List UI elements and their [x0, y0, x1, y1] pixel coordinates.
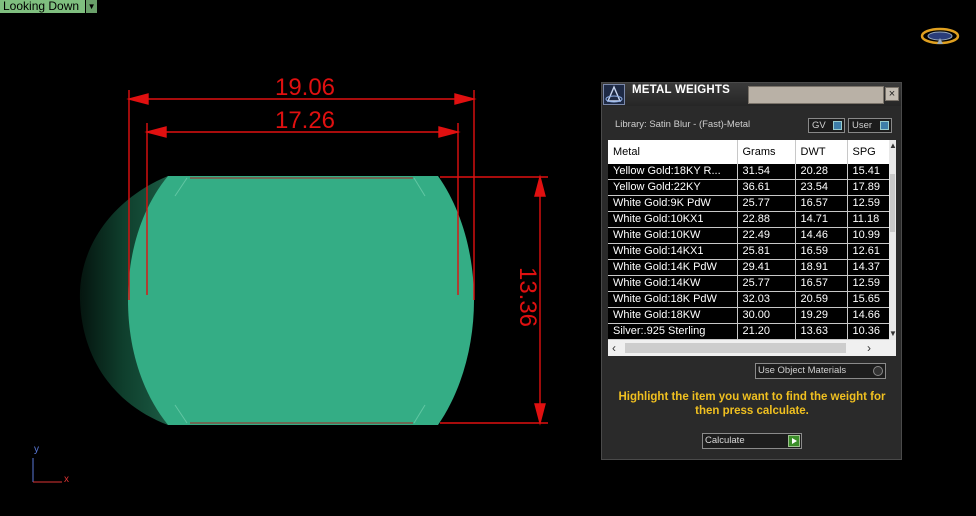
user-toggle-label: User	[852, 120, 873, 131]
cell-metal: White Gold:14KX1	[608, 243, 738, 260]
axis-x-label: x	[64, 474, 69, 485]
cell-grams: 22.88	[737, 211, 796, 228]
table-row[interactable]: White Gold:14K PdW 29.41 18.91 14.37	[608, 259, 890, 276]
cell-spg: 14.66	[847, 307, 890, 324]
cell-grams: 21.20	[737, 323, 796, 340]
cell-spg: 14.37	[847, 259, 890, 276]
scroll-down-icon[interactable]: ▼	[889, 330, 896, 338]
table-row[interactable]: White Gold:10KW 22.49 14.46 10.99	[608, 227, 890, 244]
cell-dwt: 16.59	[795, 243, 848, 260]
gv-toggle[interactable]: GV	[808, 118, 845, 133]
play-icon	[788, 435, 800, 447]
cell-spg: 12.59	[847, 275, 890, 292]
dimension-outer-width: 19.06	[275, 74, 335, 101]
cell-metal: Silver:.925 Sterling	[608, 323, 738, 340]
panel-title: METAL WEIGHTS	[632, 84, 731, 96]
cell-spg: 10.99	[847, 227, 890, 244]
cell-dwt: 14.71	[795, 211, 848, 228]
instructions-text: Highlight the item you want to find the …	[618, 391, 886, 417]
gv-toggle-label: GV	[812, 120, 826, 131]
cell-spg: 15.41	[847, 164, 890, 180]
horizontal-scrollbar[interactable]: ‹ ›	[608, 340, 896, 356]
cell-grams: 25.77	[737, 195, 796, 212]
cell-spg: 12.61	[847, 243, 890, 260]
vertical-scrollbar[interactable]: ▲ ▼	[889, 140, 896, 340]
toggle-knob-icon	[880, 121, 889, 130]
metal-weights-panel: METAL WEIGHTS × Library: Satin Blur - (F…	[601, 82, 902, 460]
radio-icon	[873, 366, 883, 376]
cell-dwt: 13.63	[795, 323, 848, 340]
cell-dwt: 14.46	[795, 227, 848, 244]
column-header-grams[interactable]: Grams	[737, 140, 796, 164]
horizontal-scroll-thumb[interactable]	[625, 343, 846, 353]
cell-grams: 22.49	[737, 227, 796, 244]
cell-spg: 15.65	[847, 291, 890, 308]
gemvision-logo-icon	[920, 27, 960, 45]
metal-table[interactable]: Metal Grams DWT SPG Yellow Gold:18KY R..…	[608, 140, 896, 356]
user-toggle[interactable]: User	[848, 118, 892, 133]
close-button[interactable]: ×	[885, 87, 899, 101]
library-label: Library: Satin Blur - (Fast)-Metal	[615, 119, 751, 130]
table-row[interactable]: White Gold:10KX1 22.88 14.71 11.18	[608, 211, 890, 228]
table-row[interactable]: White Gold:9K PdW 25.77 16.57 12.59	[608, 195, 890, 212]
cell-spg: 11.18	[847, 211, 890, 228]
cell-grams: 25.81	[737, 243, 796, 260]
cell-dwt: 16.57	[795, 195, 848, 212]
viewport-canvas[interactable]: 19.06 17.26 13.36	[0, 0, 600, 516]
cell-spg: 17.89	[847, 179, 890, 196]
cell-grams: 29.41	[737, 259, 796, 276]
cell-dwt: 19.29	[795, 307, 848, 324]
cell-metal: White Gold:14K PdW	[608, 259, 738, 276]
cell-grams: 31.54	[737, 164, 796, 180]
cell-dwt: 18.91	[795, 259, 848, 276]
table-row[interactable]: Yellow Gold:18KY R... 31.54 20.28 15.41	[608, 164, 890, 180]
axis-y-label: y	[34, 444, 39, 455]
axis-gizmo	[32, 458, 62, 483]
cell-dwt: 16.57	[795, 275, 848, 292]
panel-header: METAL WEIGHTS ×	[602, 83, 901, 106]
cell-grams: 25.77	[737, 275, 796, 292]
table-row[interactable]: White Gold:14KW 25.77 16.57 12.59	[608, 275, 890, 292]
table-row[interactable]: White Gold:18KW 30.00 19.29 14.66	[608, 307, 890, 324]
panel-drag-handle[interactable]	[748, 86, 884, 104]
column-header-metal[interactable]: Metal	[608, 140, 738, 164]
table-row[interactable]: White Gold:14KX1 25.81 16.59 12.61	[608, 243, 890, 260]
toggle-knob-icon	[833, 121, 842, 130]
table-row[interactable]: White Gold:18K PdW 32.03 20.59 15.65	[608, 291, 890, 308]
cell-spg: 12.59	[847, 195, 890, 212]
dimension-inner-width: 17.26	[275, 107, 335, 134]
cell-grams: 32.03	[737, 291, 796, 308]
cell-metal: Yellow Gold:18KY R...	[608, 164, 738, 180]
cell-spg: 10.36	[847, 323, 890, 340]
scroll-left-icon[interactable]: ‹	[612, 341, 616, 355]
cell-metal: Yellow Gold:22KY	[608, 179, 738, 196]
vertical-scroll-thumb[interactable]	[890, 174, 895, 232]
ring-front-face	[128, 176, 474, 425]
table-header-row: Metal Grams DWT SPG	[608, 140, 890, 164]
scroll-right-icon[interactable]: ›	[867, 341, 871, 355]
column-header-spg[interactable]: SPG	[847, 140, 890, 164]
cell-metal: White Gold:10KW	[608, 227, 738, 244]
cell-metal: White Gold:18KW	[608, 307, 738, 324]
calculate-button[interactable]: Calculate	[702, 433, 802, 449]
cell-dwt: 23.54	[795, 179, 848, 196]
table-row[interactable]: Yellow Gold:22KY 36.61 23.54 17.89	[608, 179, 890, 196]
use-object-materials-toggle[interactable]: Use Object Materials	[755, 363, 886, 379]
cell-metal: White Gold:14KW	[608, 275, 738, 292]
cell-grams: 30.00	[737, 307, 796, 324]
matrix-app-icon	[603, 84, 625, 105]
cell-dwt: 20.59	[795, 291, 848, 308]
dimension-height: 13.36	[514, 267, 541, 327]
table-row[interactable]: Silver:.925 Sterling 21.20 13.63 10.36	[608, 323, 890, 340]
cell-metal: White Gold:9K PdW	[608, 195, 738, 212]
cell-grams: 36.61	[737, 179, 796, 196]
scroll-up-icon[interactable]: ▲	[889, 142, 896, 150]
use-object-materials-label: Use Object Materials	[758, 365, 847, 376]
column-header-dwt[interactable]: DWT	[795, 140, 848, 164]
cell-dwt: 20.28	[795, 164, 848, 180]
cell-metal: White Gold:10KX1	[608, 211, 738, 228]
calculate-label: Calculate	[705, 435, 745, 446]
cell-metal: White Gold:18K PdW	[608, 291, 738, 308]
